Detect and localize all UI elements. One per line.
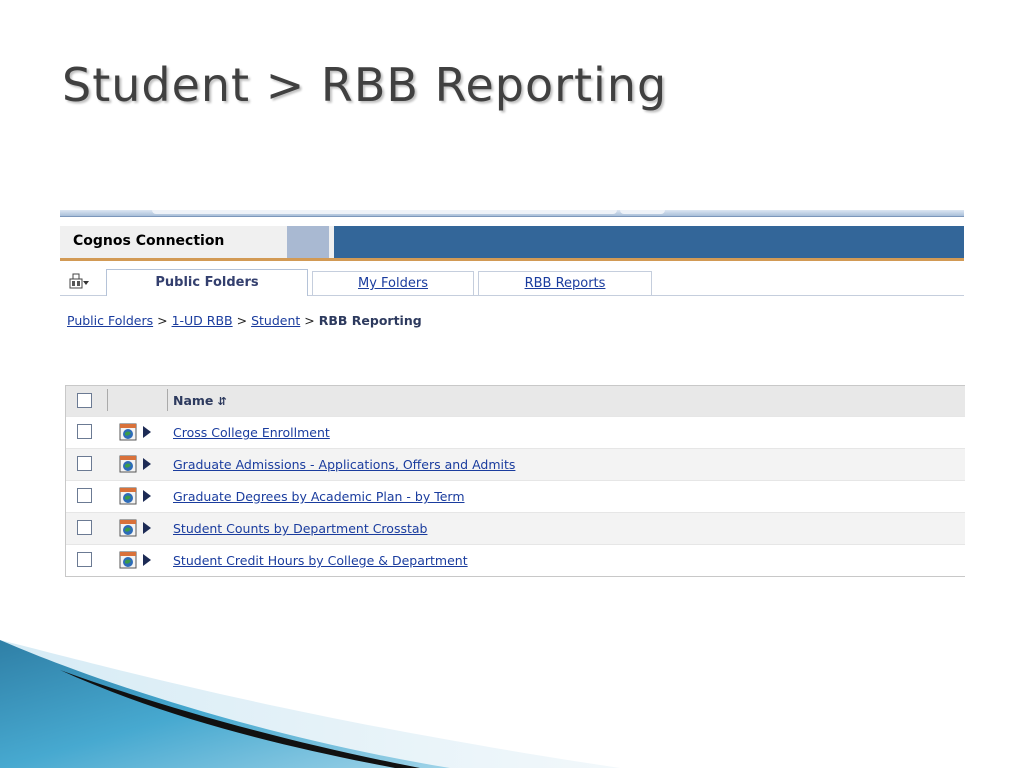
breadcrumb-separator: > [304, 313, 315, 328]
breadcrumb-separator: > [236, 313, 248, 328]
header-light-block [287, 226, 329, 258]
run-arrow-icon[interactable] [143, 490, 151, 502]
breadcrumb: Public Folders > 1-UD RBB > Student > RB… [67, 313, 422, 328]
report-link[interactable]: Cross College Enrollment [173, 425, 330, 440]
sort-icon[interactable]: ⇵ [217, 395, 226, 408]
list-item: Cross College Enrollment [66, 417, 965, 449]
run-arrow-icon[interactable] [143, 522, 151, 534]
app-name: Cognos Connection [73, 233, 225, 249]
strip-notch-right [620, 210, 665, 214]
report-link[interactable]: Student Credit Hours by College & Depart… [173, 553, 468, 568]
breadcrumb-current: RBB Reporting [318, 313, 422, 328]
app-header: Cognos Connection [60, 226, 964, 261]
slide-title: Student > RBB Reporting [62, 58, 668, 112]
cognos-screenshot: Cognos Connection Public Folders My Fold… [60, 210, 965, 580]
report-view-icon [119, 519, 137, 537]
tab-my-folders[interactable]: My Folders [312, 271, 474, 295]
run-arrow-icon[interactable] [143, 426, 151, 438]
tab-public-folders[interactable]: Public Folders [106, 269, 308, 296]
report-view-icon [119, 455, 137, 473]
report-link[interactable]: Student Counts by Department Crosstab [173, 521, 427, 536]
report-link[interactable]: Graduate Admissions - Applications, Offe… [173, 457, 515, 472]
folder-list: Name ⇵ Cross College Enrollment Graduate … [65, 385, 965, 577]
breadcrumb-link-public-folders[interactable]: Public Folders [67, 313, 153, 328]
report-view-icon [119, 487, 137, 505]
tab-rbb-reports[interactable]: RBB Reports [478, 271, 652, 295]
folder-tree-icon[interactable] [67, 272, 91, 290]
header-bar [334, 226, 964, 258]
row-checkbox[interactable] [77, 424, 92, 439]
column-separator [107, 389, 108, 411]
list-item: Student Counts by Department Crosstab [66, 513, 965, 545]
row-checkbox[interactable] [77, 456, 92, 471]
row-checkbox[interactable] [77, 552, 92, 567]
name-column-header[interactable]: Name ⇵ [173, 393, 227, 408]
breadcrumb-link-1-ud-rbb[interactable]: 1-UD RBB [172, 313, 233, 328]
report-view-icon [119, 551, 137, 569]
list-header-row: Name ⇵ [66, 386, 965, 417]
breadcrumb-link-student[interactable]: Student [251, 313, 300, 328]
window-top-strip [60, 210, 964, 217]
row-checkbox[interactable] [77, 488, 92, 503]
row-checkbox[interactable] [77, 520, 92, 535]
list-item: Student Credit Hours by College & Depart… [66, 545, 965, 576]
name-column-label: Name [173, 393, 214, 408]
report-view-icon [119, 423, 137, 441]
run-arrow-icon[interactable] [143, 554, 151, 566]
strip-notch-left [152, 210, 617, 214]
breadcrumb-separator: > [157, 313, 168, 328]
list-item: Graduate Admissions - Applications, Offe… [66, 449, 965, 481]
select-all-checkbox[interactable] [77, 393, 92, 408]
run-arrow-icon[interactable] [143, 458, 151, 470]
report-link[interactable]: Graduate Degrees by Academic Plan - by T… [173, 489, 465, 504]
decorative-wave [0, 640, 620, 768]
column-separator [167, 389, 168, 411]
tab-bar: Public Folders My Folders RBB Reports [60, 267, 964, 296]
list-item: Graduate Degrees by Academic Plan - by T… [66, 481, 965, 513]
